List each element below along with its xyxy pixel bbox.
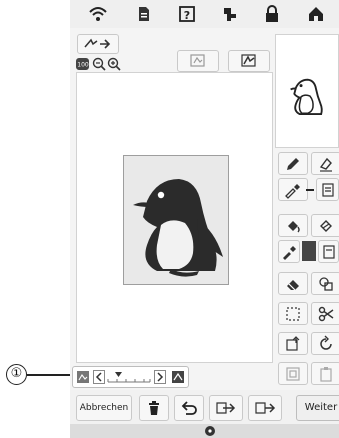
clipboard-icon: [320, 366, 332, 382]
svg-text:?: ?: [184, 9, 190, 22]
line-style-button[interactable]: [316, 178, 339, 201]
clipboard-button[interactable]: [311, 362, 339, 385]
delete-button[interactable]: [139, 395, 169, 421]
scroll-zoom-bar: [72, 366, 189, 388]
home-indicator-bar: [70, 424, 339, 438]
preview-panel: [275, 34, 339, 148]
export-button[interactable]: [248, 395, 282, 421]
line-color-dropper-icon: [285, 183, 300, 199]
rotate-button[interactable]: [311, 332, 339, 355]
line-style-dash: [306, 189, 314, 191]
convert-button[interactable]: [77, 34, 119, 54]
callout-marker: ①: [6, 364, 27, 385]
paint-bucket-button[interactable]: [278, 214, 308, 237]
select-icon: [286, 306, 300, 321]
line-eraser-button[interactable]: [311, 152, 339, 175]
scroll-slider[interactable]: [106, 369, 152, 385]
scroll-right-icon[interactable]: [154, 370, 166, 384]
cancel-button[interactable]: Abbrechen: [76, 395, 132, 421]
fill-dropper-icon: [283, 245, 296, 260]
document-icon[interactable]: [134, 4, 154, 24]
line-style-icon: [321, 182, 334, 197]
rotate-icon: [320, 335, 332, 350]
export-icon: [255, 402, 276, 414]
pencil-icon: [287, 157, 299, 170]
resize-icon: [286, 335, 300, 351]
image-view-icon[interactable]: [76, 370, 90, 384]
pencil-button[interactable]: [278, 152, 308, 175]
layer-image-button[interactable]: [177, 50, 219, 72]
home-icon[interactable]: [306, 4, 326, 24]
cut-button[interactable]: [311, 302, 339, 325]
penguin-icon: [133, 179, 223, 277]
zoom-out-icon[interactable]: [92, 57, 106, 71]
penguin-preview-icon: [290, 78, 323, 115]
paint-bucket-icon: [288, 220, 300, 232]
zoom-in-icon[interactable]: [107, 57, 121, 71]
scan-view-icon[interactable]: [171, 370, 185, 384]
cut-icon: [318, 306, 334, 321]
duplicate-button[interactable]: [311, 272, 339, 295]
select-button[interactable]: [278, 302, 308, 325]
drawing-canvas[interactable]: [76, 72, 273, 363]
paste-button[interactable]: [278, 362, 308, 385]
callout-leader-line: [27, 374, 70, 376]
next-button[interactable]: Weiter: [296, 395, 339, 421]
paste-icon: [286, 366, 300, 381]
eraser-icon: [287, 279, 299, 290]
import-icon: [216, 402, 236, 414]
trash-icon: [149, 401, 159, 415]
fill-pattern-button[interactable]: [318, 240, 339, 263]
line-eraser-icon: [319, 157, 332, 172]
lock-icon[interactable]: [262, 4, 282, 24]
region-eraser-button[interactable]: [311, 214, 339, 237]
svg-text:100: 100: [77, 62, 88, 69]
help-icon[interactable]: ?: [177, 4, 197, 24]
eraser-button[interactable]: [278, 272, 308, 295]
zoom-100-button[interactable]: 100: [76, 58, 89, 70]
fill-color-swatch[interactable]: [302, 241, 316, 261]
wifi-icon[interactable]: [88, 4, 108, 24]
line-color-dropper-button[interactable]: [278, 178, 308, 201]
sewing-status-icon: [204, 425, 216, 437]
undo-icon: [181, 401, 197, 415]
scroll-left-icon[interactable]: [93, 370, 105, 384]
image-frame: [123, 155, 229, 285]
duplicate-icon: [319, 276, 333, 291]
fill-dropper-button[interactable]: [278, 240, 300, 263]
import-button[interactable]: [209, 395, 243, 421]
device-screen: ? 100 Abbrechen Weiter: [70, 0, 339, 438]
status-bar: ?: [70, 0, 339, 28]
undo-button[interactable]: [174, 395, 204, 421]
region-eraser-icon: [320, 219, 332, 232]
fill-pattern-icon: [322, 244, 335, 259]
needle-icon[interactable]: [220, 4, 240, 24]
resize-button[interactable]: [278, 332, 308, 355]
layer-pattern-button[interactable]: [228, 50, 270, 72]
